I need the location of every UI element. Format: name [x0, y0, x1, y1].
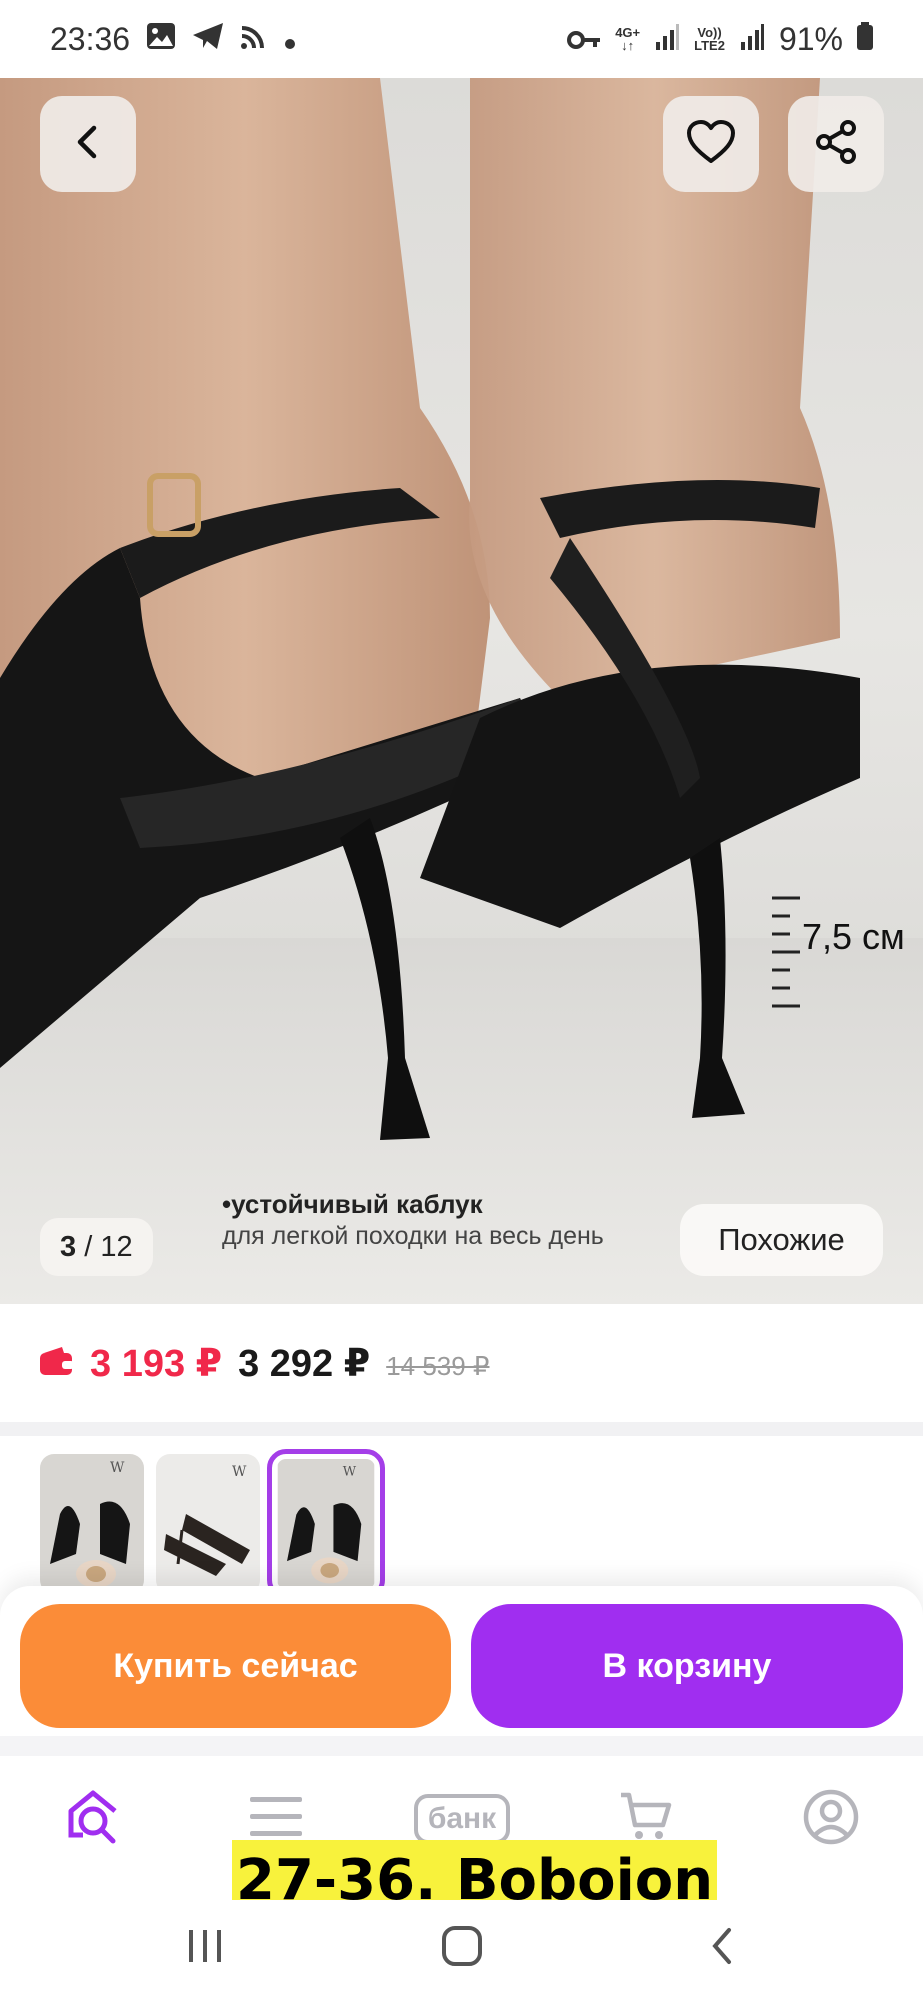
system-back-button[interactable] [700, 1922, 744, 1974]
menu-icon [250, 1795, 302, 1844]
thumbnail-1[interactable]: W [40, 1454, 144, 1594]
cart-icon [619, 1791, 673, 1848]
svg-text:W: W [232, 1464, 247, 1480]
old-price: 14 539 ₽ [386, 1350, 490, 1381]
buy-now-button[interactable]: Купить сейчас [20, 1604, 451, 1728]
signal-icon [654, 21, 680, 58]
similar-button[interactable]: Похожие [680, 1204, 883, 1276]
gallery-counter: 3 / 12 [40, 1218, 153, 1276]
svg-text:W: W [110, 1460, 125, 1476]
clock: 23:36 [50, 20, 131, 57]
volte-label: Vo)) LTE2 [694, 26, 725, 52]
volte-bottom: LTE2 [694, 38, 725, 53]
thumbnail-2[interactable]: W [156, 1454, 260, 1594]
nav-profile[interactable] [796, 1784, 866, 1854]
price-row: 3 193 ₽ 3 292 ₽ 14 539 ₽ [0, 1304, 923, 1422]
dot-icon [284, 21, 296, 58]
nav-home[interactable] [58, 1784, 128, 1854]
status-right: 4G+ ↓↑ Vo)) LTE2 91% [567, 21, 873, 58]
wallet-price: 3 193 ₽ [90, 1342, 223, 1385]
share-icon [814, 119, 858, 169]
caption-subtitle: для легкой походки на весь день [222, 1222, 604, 1250]
recent-apps-icon [185, 1928, 225, 1969]
thumbnail-image: W [156, 1454, 260, 1594]
key-icon [567, 21, 601, 58]
image-icon [146, 21, 176, 58]
counter-current: 3 [60, 1230, 77, 1263]
add-to-cart-button[interactable]: В корзину [471, 1604, 903, 1728]
thumbnail-image: W [40, 1454, 144, 1594]
thumbnail-strip: W W W [0, 1436, 923, 1599]
share-button[interactable] [788, 96, 884, 192]
status-left: 23:36 [50, 21, 296, 58]
wallet-icon [40, 1346, 74, 1380]
favorite-button[interactable] [663, 96, 759, 192]
search-home-icon [63, 1787, 123, 1852]
product-gallery[interactable]: 7,5 см •устойчивый каблук для легкой пох… [0, 78, 923, 1304]
battery-percent: 91% [778, 20, 843, 57]
back-arrow-icon [707, 1926, 737, 1971]
network-label: 4G+ [615, 25, 641, 40]
system-navigation-bar [0, 1900, 923, 2000]
heart-icon [686, 119, 736, 170]
thumbnail-image: W [277, 1459, 375, 1589]
section-divider [0, 1422, 923, 1436]
telegram-icon [192, 21, 224, 58]
bank-label: банк [413, 1794, 511, 1844]
home-icon [441, 1925, 483, 1972]
home-button[interactable] [436, 1922, 488, 1974]
caption-title-text: устойчивый каблук [231, 1189, 483, 1219]
battery-icon [857, 21, 873, 58]
svg-text:W: W [343, 1465, 357, 1480]
profile-icon [803, 1789, 859, 1850]
section-divider [0, 1736, 923, 1756]
current-price: 3 292 ₽ [238, 1342, 371, 1385]
signal-icon [739, 21, 765, 58]
thumbnail-3-selected[interactable]: W [267, 1449, 385, 1599]
product-photo [0, 78, 923, 1304]
back-button[interactable] [40, 96, 136, 192]
counter-separator: / [76, 1230, 101, 1263]
photo-caption: •устойчивый каблук для легкой походки на… [222, 1188, 604, 1252]
recent-apps-button[interactable] [180, 1922, 230, 1974]
heel-height-label: 7,5 см [802, 916, 905, 957]
network-type: 4G+ ↓↑ [615, 25, 641, 53]
caption-title: •устойчивый каблук [222, 1189, 483, 1219]
wifi-calling-icon [240, 21, 268, 58]
counter-total: 12 [100, 1230, 133, 1263]
chevron-left-icon [68, 122, 108, 167]
status-bar: 23:36 4G+ ↓↑ Vo)) LTE2 91% [0, 0, 923, 78]
action-bar: Купить сейчас В корзину [0, 1586, 923, 1736]
